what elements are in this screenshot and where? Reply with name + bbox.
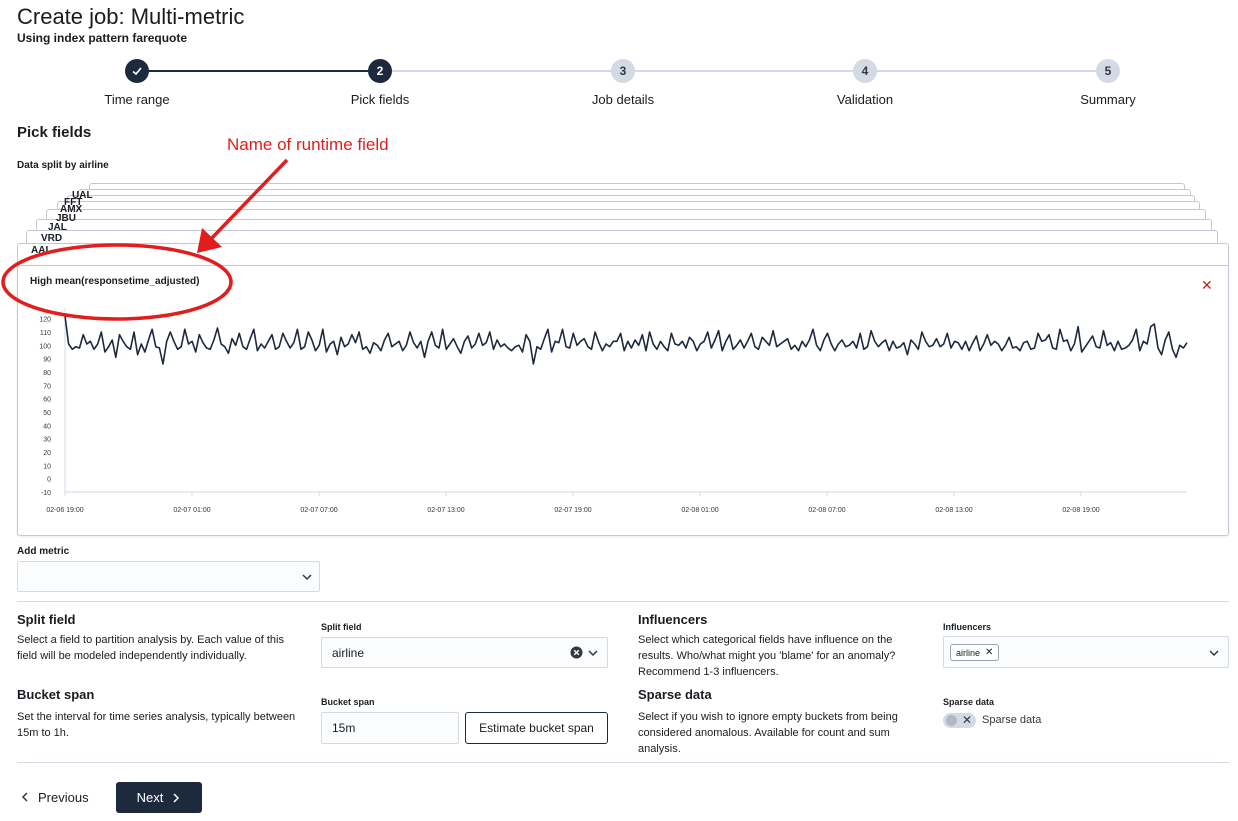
section-title: Pick fields: [17, 124, 92, 141]
remove-chip-icon[interactable]: ✕: [985, 647, 993, 658]
clear-icon[interactable]: [570, 646, 583, 659]
divider-bottom: [17, 762, 1229, 763]
y-tick-label: 20: [43, 450, 51, 457]
x-tick-label: 02-08 07:00: [808, 507, 845, 514]
annotation-text: Name of runtime field: [227, 135, 389, 154]
chevron-down-icon[interactable]: [1208, 647, 1220, 659]
bucket-span-description: Set the interval for time series analysi…: [17, 711, 296, 739]
x-tick-label: 02-08 19:00: [1062, 507, 1099, 514]
y-tick-label: 60: [43, 397, 51, 404]
step-4-label: Validation: [836, 92, 894, 107]
step-3-circle: 3: [611, 59, 635, 83]
check-icon: [132, 67, 142, 76]
split-field-label: Split field: [321, 622, 362, 632]
y-tick-label: -10: [41, 490, 51, 497]
x-tick-label: 02-08 01:00: [681, 507, 718, 514]
stepper-line-remaining: [380, 70, 1108, 72]
split-field-value: airline: [332, 646, 365, 660]
stack-label-jal: JAL: [48, 222, 67, 233]
influencer-chip: airline ✕: [950, 644, 1000, 661]
chart-title: High mean(responsetime_adjusted): [30, 276, 200, 287]
y-tick-label: 90: [43, 357, 51, 364]
influencers-label: Influencers: [943, 622, 992, 632]
step-5-number: 5: [1104, 64, 1112, 78]
previous-button[interactable]: Previous: [20, 782, 89, 812]
step-3-number: 3: [619, 64, 627, 78]
step-2-label[interactable]: Pick fields: [351, 92, 410, 107]
stepper-line-complete: [137, 70, 380, 72]
stack-label-aal: AAL: [31, 245, 52, 256]
toggle-off-icon: ✕: [961, 713, 972, 727]
split-field-title: Split field: [17, 612, 76, 627]
estimate-bucket-span-button[interactable]: Estimate bucket span: [465, 712, 608, 744]
sparse-data-toggle[interactable]: ✕: [943, 713, 976, 728]
series-line: [64, 315, 1188, 365]
add-metric-select[interactable]: [17, 561, 320, 592]
stack-label-vrd: VRD: [41, 233, 63, 244]
sparse-data-title: Sparse data: [638, 687, 712, 702]
step-4-circle: 4: [853, 59, 877, 83]
step-2-circle[interactable]: 2: [368, 59, 392, 83]
split-caption: Data split by airline: [17, 160, 109, 171]
step-5-label: Summary: [1080, 92, 1136, 107]
toggle-knob: [946, 715, 957, 726]
stack-card-front[interactable]: [17, 243, 1229, 267]
y-tick-label: 50: [43, 410, 51, 417]
y-tick-label: 80: [43, 370, 51, 377]
page-title: Create job: Multi-metric: [17, 4, 245, 29]
bucket-span-label: Bucket span: [321, 697, 375, 707]
page-subtitle: Using index pattern farequote: [17, 31, 188, 45]
sparse-data-toggle-label[interactable]: Sparse data: [982, 714, 1041, 726]
bucket-span-input[interactable]: 15m: [321, 712, 459, 744]
sparse-data-description: Select if you wish to ignore empty bucke…: [638, 711, 898, 755]
y-tick-label: 30: [43, 437, 51, 444]
x-tick-label: 02-07 19:00: [554, 507, 591, 514]
step-1-circle[interactable]: [125, 59, 149, 83]
split-field-select[interactable]: airline: [321, 637, 608, 668]
chevron-down-icon[interactable]: [587, 647, 599, 659]
x-tick-label: 02-08 13:00: [935, 507, 972, 514]
influencers-title: Influencers: [638, 612, 708, 627]
next-button[interactable]: Next: [116, 782, 202, 813]
bucket-span-title: Bucket span: [17, 687, 95, 702]
y-tick-label: 10: [43, 463, 51, 470]
next-label: Next: [136, 790, 164, 805]
y-tick-label: 120: [39, 317, 51, 324]
divider-top: [17, 601, 1229, 602]
previous-label: Previous: [38, 789, 89, 805]
bucket-span-value: 15m: [332, 721, 356, 735]
step-3-label: Job details: [591, 92, 655, 107]
x-tick-label: 02-07 01:00: [173, 507, 210, 514]
chevron-left-icon: [21, 792, 28, 802]
x-tick-label: 02-07 13:00: [427, 507, 464, 514]
y-tick-label: 70: [43, 383, 51, 390]
step-1-label[interactable]: Time range: [104, 92, 169, 107]
split-field-description: Select a field to partition analysis by.…: [17, 634, 284, 662]
y-tick-label: 40: [43, 423, 51, 430]
y-tick-label: 110: [40, 330, 51, 337]
sparse-data-label: Sparse data: [943, 697, 995, 707]
influencers-description: Select which categorical fields have inf…: [638, 634, 896, 678]
influencer-chip-label: airline: [956, 647, 981, 658]
close-icon[interactable]: ✕: [1201, 278, 1213, 292]
y-tick-label: 0: [47, 477, 51, 484]
add-metric-label: Add metric: [17, 546, 70, 557]
chevron-down-icon: [302, 574, 312, 581]
x-tick-label: 02-06 19:00: [46, 507, 83, 514]
y-tick-label: 100: [39, 343, 51, 350]
step-2-number: 2: [376, 64, 384, 78]
step-4-number: 4: [861, 64, 869, 78]
chevron-right-icon: [173, 792, 180, 803]
step-5-circle: 5: [1096, 59, 1120, 83]
line-chart: 1201101009080706050403020100-1002-06 19:…: [39, 308, 1188, 514]
x-tick-label: 02-07 07:00: [300, 507, 337, 514]
